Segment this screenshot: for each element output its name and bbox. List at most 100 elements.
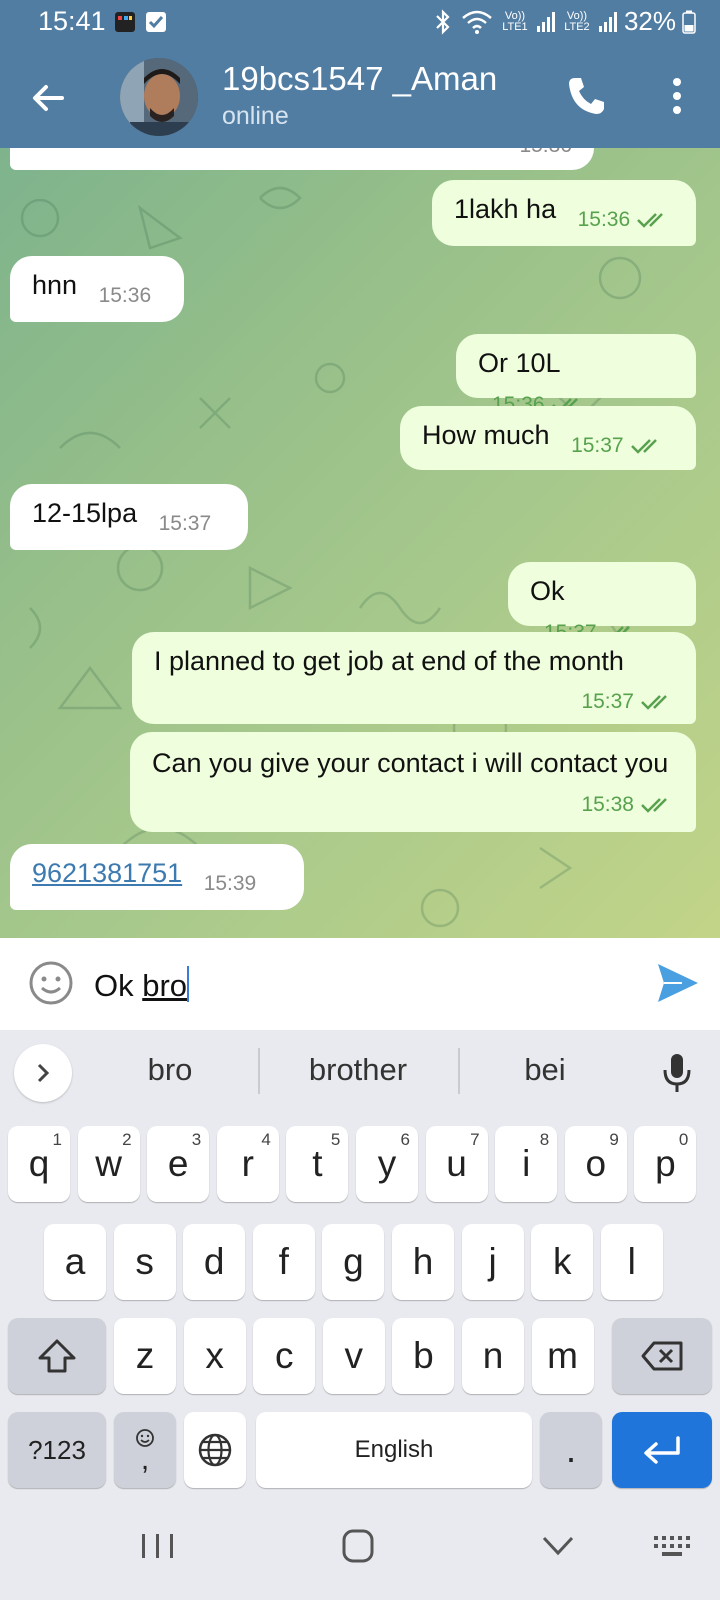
message-text: Or 10L: [478, 348, 561, 378]
signal-2-icon: [598, 11, 617, 32]
key-n[interactable]: n: [462, 1318, 524, 1394]
avatar[interactable]: [120, 58, 198, 136]
back-chevron-down-icon[interactable]: [536, 1526, 580, 1566]
key-hint: 2: [122, 1130, 132, 1149]
key-l[interactable]: l: [600, 1224, 663, 1300]
message-in[interactable]: 12-15lpa 15:37: [10, 484, 248, 550]
contact-name[interactable]: 19bcs1547 _Aman: [222, 60, 497, 98]
symbols-key[interactable]: ?123: [8, 1412, 106, 1488]
comma-label: ,: [140, 1443, 150, 1476]
key-z[interactable]: z: [114, 1318, 176, 1394]
key-j[interactable]: j: [461, 1224, 524, 1300]
key-d[interactable]: d: [183, 1224, 246, 1300]
key-c[interactable]: c: [253, 1318, 316, 1394]
language-key[interactable]: [184, 1412, 246, 1488]
task-notification-icon: [146, 12, 166, 32]
status-bar: 15:41 Vo)) LTE1 Vo)) LTE2 32%: [0, 0, 720, 44]
key-m[interactable]: m: [531, 1318, 594, 1394]
phone-number-link[interactable]: 9621381751: [32, 858, 182, 889]
key-s[interactable]: s: [113, 1224, 176, 1300]
key-label: p: [655, 1143, 676, 1184]
enter-key[interactable]: [612, 1412, 712, 1488]
message-out[interactable]: Or 10L 15:36: [456, 334, 696, 416]
key-u[interactable]: u7: [425, 1126, 488, 1202]
key-g[interactable]: g: [322, 1224, 385, 1300]
suggestion-divider: [458, 1048, 460, 1094]
key-e[interactable]: e3: [147, 1126, 210, 1202]
keyboard-hide-icon[interactable]: [652, 1526, 696, 1566]
key-hint: 3: [191, 1130, 202, 1149]
message-in[interactable]: hnn 15:36: [10, 256, 184, 322]
message-meta: 15:36: [578, 208, 671, 232]
suggestion-divider: [258, 1048, 260, 1094]
more-options-icon[interactable]: [662, 72, 692, 120]
expand-toolbar-button[interactable]: [14, 1044, 72, 1102]
message-out[interactable]: 1lakh ha 15:36: [432, 180, 696, 246]
comma-key[interactable]: ,: [114, 1412, 176, 1488]
system-nav-bar: [0, 1492, 720, 1600]
message-input-bar: Ok bro: [0, 938, 720, 1030]
key-label: i: [522, 1143, 531, 1184]
key-w[interactable]: w2: [77, 1126, 140, 1202]
key-hint: 5: [330, 1130, 341, 1149]
key-o[interactable]: o9: [564, 1126, 627, 1202]
period-key[interactable]: .: [540, 1412, 602, 1488]
recent-apps-icon[interactable]: [136, 1526, 180, 1566]
key-label: u: [446, 1143, 467, 1184]
key-v[interactable]: v: [322, 1318, 385, 1394]
key-t[interactable]: t5: [286, 1126, 349, 1202]
message-out[interactable]: How much 15:37: [400, 406, 696, 470]
chevron-right-icon: [37, 1063, 50, 1083]
suggestion-2[interactable]: brother: [270, 1052, 446, 1088]
message-time: 15:36: [577, 208, 631, 231]
key-hint: 4: [261, 1130, 271, 1149]
message-text: Ok: [530, 576, 565, 606]
message-time: 15:37: [581, 690, 634, 713]
suggestion-1[interactable]: bro: [100, 1052, 240, 1088]
key-hint: 1: [52, 1130, 62, 1149]
back-arrow-icon[interactable]: [24, 74, 72, 122]
backspace-icon: [641, 1341, 683, 1371]
message-text: Can you give your contact i will contact…: [152, 748, 669, 778]
message-out[interactable]: Can you give your contact i will contact…: [130, 732, 696, 832]
message-meta: 15:37: [581, 690, 674, 714]
message-in[interactable]: 9621381751 15:39: [10, 844, 304, 910]
key-b[interactable]: b: [392, 1318, 455, 1394]
key-h[interactable]: h: [392, 1224, 454, 1300]
key-k[interactable]: k: [531, 1224, 594, 1300]
key-p[interactable]: p0: [634, 1126, 697, 1202]
key-i[interactable]: i8: [495, 1126, 558, 1202]
key-hint: 8: [539, 1130, 550, 1149]
key-a[interactable]: a: [44, 1224, 106, 1300]
message-out[interactable]: I planned to get job at end of the month…: [132, 632, 696, 724]
phone-call-icon[interactable]: [566, 74, 606, 118]
home-icon[interactable]: [336, 1526, 380, 1566]
lte1-label: Vo)) LTE1: [502, 9, 528, 33]
microphone-icon[interactable]: [660, 1052, 694, 1094]
chat-header: 19bcs1547 _Aman online: [0, 44, 720, 148]
send-icon[interactable]: [656, 962, 700, 1004]
key-hint: 6: [400, 1130, 410, 1149]
emoji-icon[interactable]: [28, 960, 74, 1006]
backspace-key[interactable]: [612, 1318, 712, 1394]
message-text: 1lakh ha: [454, 194, 557, 224]
message-partial[interactable]: 15:36: [10, 148, 594, 170]
key-f[interactable]: f: [252, 1224, 315, 1300]
message-time: 15:38: [581, 793, 634, 816]
key-y[interactable]: y6: [356, 1126, 418, 1202]
chat-messages[interactable]: 15:36 1lakh ha 15:36 hnn 15:36 Or 10L 15…: [0, 148, 720, 938]
key-label: q: [28, 1143, 50, 1184]
suggestion-3[interactable]: bei: [470, 1052, 620, 1088]
message-out[interactable]: Ok 15:37: [508, 562, 696, 644]
battery-percent: 32%: [623, 6, 676, 36]
text-cursor: [187, 966, 190, 1002]
lte2-label: Vo)) LTE2: [564, 9, 590, 33]
key-r[interactable]: r4: [216, 1126, 279, 1202]
key-x[interactable]: x: [183, 1318, 246, 1394]
message-input[interactable]: Ok bro: [94, 966, 190, 1004]
space-key[interactable]: English: [256, 1412, 532, 1488]
bluetooth-icon: [436, 8, 450, 35]
key-q[interactable]: q1: [8, 1126, 70, 1202]
shift-key[interactable]: [8, 1318, 106, 1394]
message-time: 15:37: [571, 434, 624, 457]
